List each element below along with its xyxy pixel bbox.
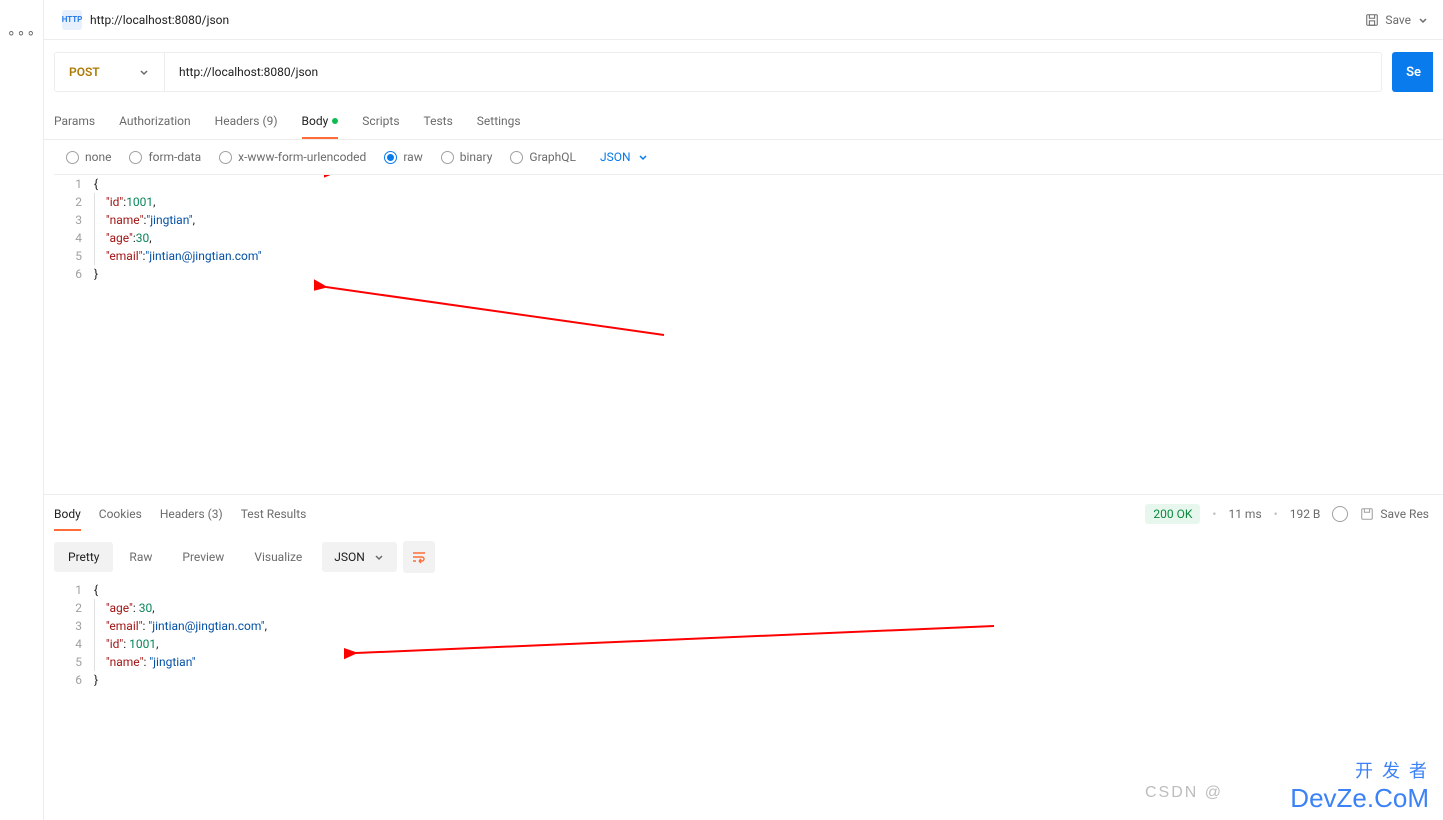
wrap-lines-button[interactable] [403, 541, 435, 573]
save-button[interactable]: Save [1365, 13, 1433, 27]
response-tabs: Body Cookies Headers (3) Test Results 20… [44, 495, 1443, 533]
save-label: Save [1385, 13, 1411, 27]
radio-icon [441, 151, 454, 164]
tab-headers[interactable]: Headers (9) [215, 104, 278, 139]
watermark-csdn: CSDN @ [1145, 784, 1223, 802]
line-number: 1 [54, 581, 94, 599]
watermark-line1: 开 发 者 [1290, 757, 1429, 783]
tab-tests[interactable]: Tests [424, 104, 453, 139]
response-toolbar: Pretty Raw Preview Visualize JSON [44, 533, 1443, 581]
radio-label: GraphQL [529, 150, 576, 164]
arrow-annotation-icon [314, 275, 674, 345]
tab-settings[interactable]: Settings [477, 104, 521, 139]
tab-authorization[interactable]: Authorization [119, 104, 191, 139]
response-body-editor[interactable]: 1{ 2 "age": 30, 3 "email": "jintian@jing… [54, 581, 1443, 689]
response-lang-label: JSON [334, 550, 365, 564]
response-status: 200 OK • 11 ms • 192 B Save Res [1145, 504, 1433, 524]
watermark-line2: DevZe.CoM [1290, 783, 1429, 814]
line-number: 2 [54, 193, 94, 211]
chevron-down-icon [637, 151, 649, 163]
tab-params[interactable]: Params [54, 104, 95, 139]
method-select[interactable]: POST [55, 53, 165, 91]
line-number: 4 [54, 229, 94, 247]
tab-bar: HTTP http://localhost:8080/json Save [44, 0, 1443, 40]
save-response-button[interactable]: Save Res [1360, 507, 1433, 521]
method-url-group: POST [54, 52, 1382, 92]
globe-icon[interactable] [1332, 506, 1348, 522]
radio-label: raw [403, 150, 422, 164]
radio-icon [66, 151, 79, 164]
tab-title: http://localhost:8080/json [90, 13, 229, 27]
view-raw[interactable]: Raw [115, 542, 166, 572]
radio-xwww[interactable]: x-www-form-urlencoded [219, 150, 366, 164]
line-number: 6 [54, 265, 94, 283]
radio-icon [219, 151, 232, 164]
save-icon [1360, 507, 1374, 521]
radio-label: none [85, 150, 111, 164]
response-size: 192 B [1290, 507, 1321, 521]
wrap-icon [411, 549, 427, 565]
tab-body[interactable]: Body [302, 104, 339, 139]
main: HTTP http://localhost:8080/json Save POS… [44, 0, 1443, 689]
left-rail: ∘∘∘ [0, 0, 44, 820]
tab-scripts[interactable]: Scripts [362, 104, 399, 139]
view-preview[interactable]: Preview [168, 542, 238, 572]
radio-none[interactable]: none [66, 150, 111, 164]
resp-tab-body[interactable]: Body [54, 497, 81, 531]
chevron-down-icon [373, 551, 385, 563]
http-badge-icon: HTTP [62, 10, 82, 30]
radio-graphql[interactable]: GraphQL [510, 150, 576, 164]
radio-label: binary [460, 150, 493, 164]
view-visualize[interactable]: Visualize [240, 542, 316, 572]
request-tab[interactable]: HTTP http://localhost:8080/json [54, 10, 1365, 30]
line-number: 4 [54, 635, 94, 653]
save-icon [1365, 13, 1379, 27]
radio-label: x-www-form-urlencoded [238, 150, 366, 164]
request-row: POST Se [44, 40, 1443, 104]
chevron-down-icon[interactable] [1417, 14, 1429, 26]
body-lang-label: JSON [600, 150, 631, 164]
view-mode-segment: Pretty Raw Preview Visualize [54, 542, 316, 572]
more-icon[interactable]: ∘∘∘ [7, 25, 36, 41]
radio-formdata[interactable]: form-data [129, 150, 201, 164]
watermark: 开 发 者 DevZe.CoM [1290, 757, 1429, 814]
body-type-row: none form-data x-www-form-urlencoded raw… [44, 140, 1443, 174]
resp-tab-cookies[interactable]: Cookies [99, 497, 142, 531]
radio-icon [129, 151, 142, 164]
response-lang-select[interactable]: JSON [322, 542, 397, 572]
radio-icon [510, 151, 523, 164]
line-number: 2 [54, 599, 94, 617]
tab-body-label: Body [302, 114, 329, 128]
save-response-label: Save Res [1380, 507, 1429, 521]
url-input[interactable] [165, 53, 1381, 91]
line-number: 1 [54, 175, 94, 193]
view-pretty[interactable]: Pretty [54, 542, 113, 572]
line-number: 5 [54, 653, 94, 671]
resp-tab-headers[interactable]: Headers (3) [160, 497, 223, 531]
response-time: 11 ms [1228, 507, 1261, 521]
line-number: 6 [54, 671, 94, 689]
chevron-down-icon [138, 66, 150, 78]
dot-icon [332, 118, 338, 124]
method-label: POST [69, 65, 100, 79]
radio-icon [384, 151, 397, 164]
request-tabs: Params Authorization Headers (9) Body Sc… [44, 104, 1443, 140]
line-number: 3 [54, 617, 94, 635]
line-number: 3 [54, 211, 94, 229]
request-body-editor[interactable]: 1{ 2 "id":1001, 3 "name":"jingtian", 4 "… [54, 174, 1443, 494]
body-lang-select[interactable]: JSON [600, 150, 649, 164]
status-badge: 200 OK [1145, 504, 1200, 524]
line-number: 5 [54, 247, 94, 265]
radio-raw[interactable]: raw [384, 150, 422, 164]
radio-label: form-data [148, 150, 201, 164]
send-button[interactable]: Se [1392, 52, 1433, 92]
resp-tab-testresults[interactable]: Test Results [241, 497, 307, 531]
radio-binary[interactable]: binary [441, 150, 493, 164]
